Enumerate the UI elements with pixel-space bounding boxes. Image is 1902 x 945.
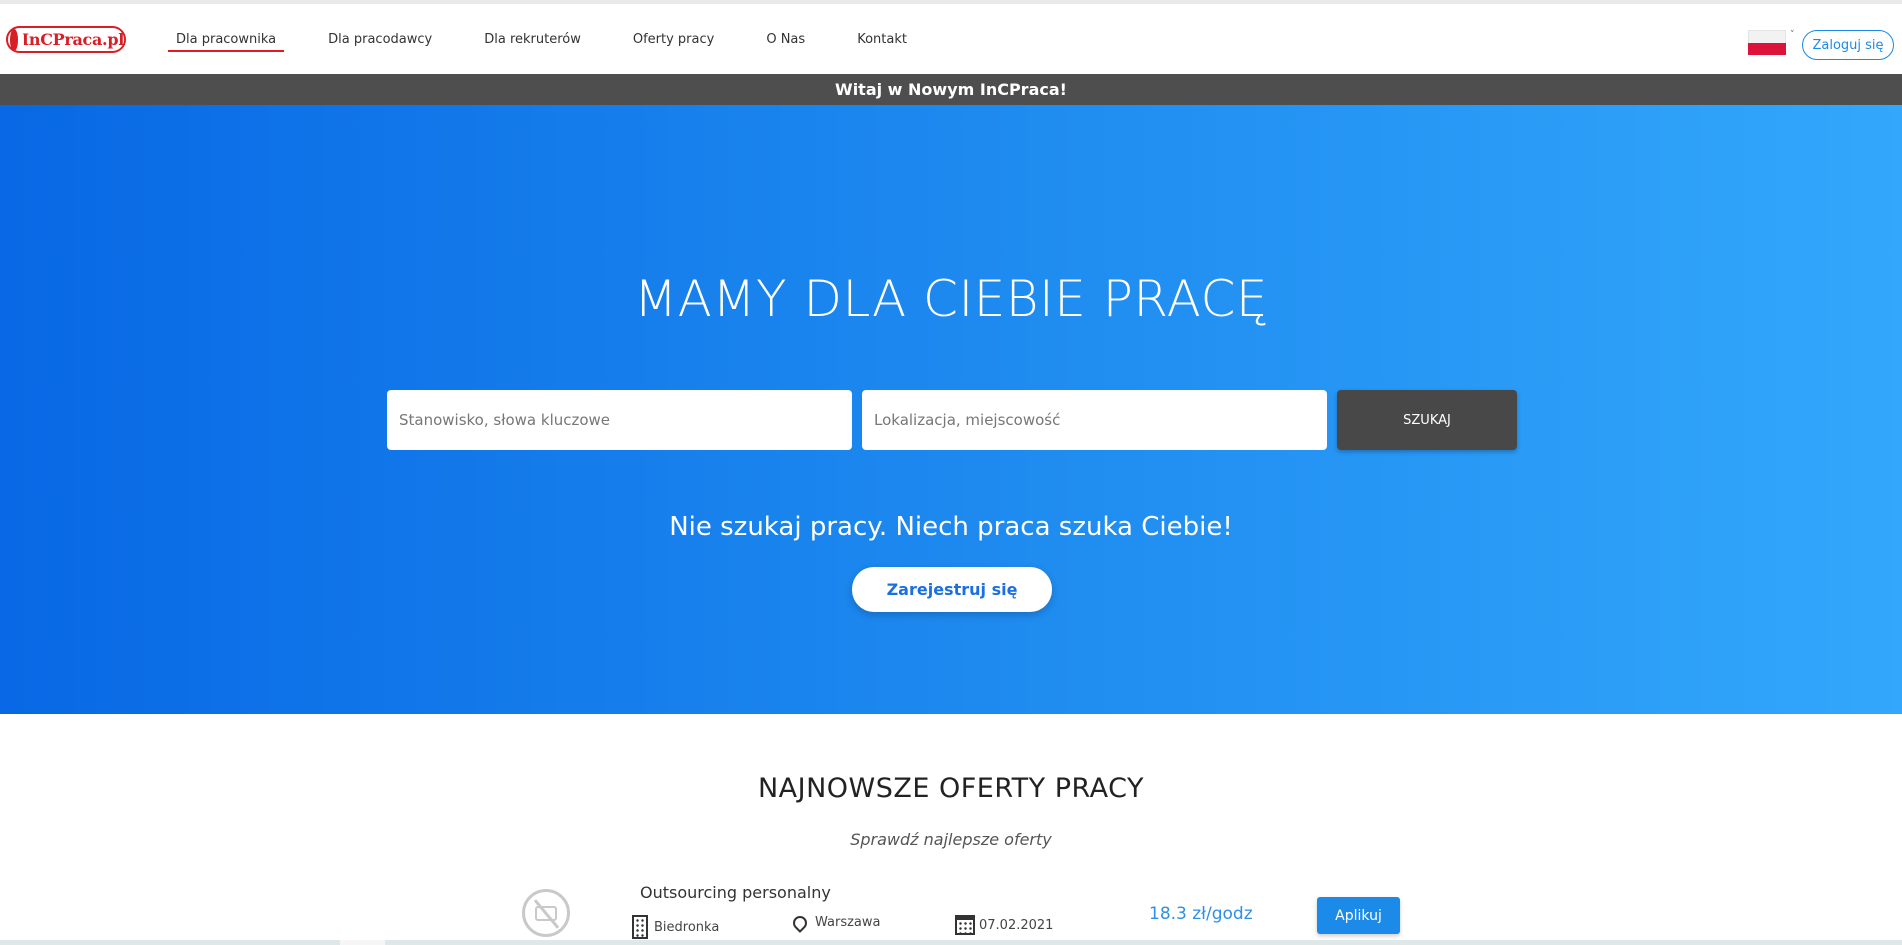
nav-item-kontakt[interactable]: Kontakt xyxy=(849,4,915,74)
nav-item-dla-pracodawcy[interactable]: Dla pracodawcy xyxy=(320,4,440,74)
register-button[interactable]: Zarejestruj się xyxy=(852,567,1052,612)
offer-city: Warszawa xyxy=(815,915,881,930)
offer-date-value: 07.02.2021 xyxy=(979,917,1054,933)
keyword-search-input[interactable] xyxy=(387,390,852,450)
nav-item-dla-rekruterow[interactable]: Dla rekruterów xyxy=(476,4,589,74)
poland-flag-icon[interactable] xyxy=(1748,30,1786,56)
offers-section-title: NAJNOWSZE OFERTY PRACY xyxy=(757,773,1145,804)
login-button[interactable]: Zaloguj się xyxy=(1802,30,1894,60)
main-nav: Dla pracownika Dla pracodawcy Dla rekrut… xyxy=(168,4,951,74)
hero-section: MAMY DLA CIEBIE PRACĘ SZUKAJ Nie szukaj … xyxy=(0,105,1902,714)
location-pin-icon xyxy=(790,912,810,933)
offer-location: Warszawa xyxy=(790,912,881,933)
navbar: InCPraca.pl Dla pracownika Dla pracodawc… xyxy=(0,4,1902,75)
no-image-icon xyxy=(522,889,570,937)
search-button[interactable]: SZUKAJ xyxy=(1337,390,1517,450)
logo-icon xyxy=(10,28,24,51)
logo-text: InCPraca.pl xyxy=(21,30,125,49)
horizontal-scrollbar[interactable] xyxy=(0,940,1902,945)
calendar-icon xyxy=(955,915,975,935)
chevron-down-icon[interactable]: ˅ xyxy=(1790,30,1795,40)
offer-date: 07.02.2021 xyxy=(955,915,1053,935)
building-icon xyxy=(632,915,648,939)
welcome-banner: Witaj w Nowym InCPraca! xyxy=(0,74,1902,105)
offer-company: Biedronka xyxy=(632,915,719,939)
scrollbar-thumb[interactable] xyxy=(340,940,385,945)
offer-salary: 18.3 zł/godz xyxy=(1149,904,1253,924)
nav-item-o-nas[interactable]: O Nas xyxy=(758,4,813,74)
nav-item-dla-pracownika[interactable]: Dla pracownika xyxy=(168,4,285,74)
hero-title: MAMY DLA CIEBIE PRACĘ xyxy=(634,270,1268,328)
offer-title[interactable]: Outsourcing personalny xyxy=(640,883,831,902)
nav-item-oferty-pracy[interactable]: Oferty pracy xyxy=(625,4,722,74)
site-logo[interactable]: InCPraca.pl xyxy=(6,26,126,53)
hero-tagline: Nie szukaj pracy. Niech praca szuka Cieb… xyxy=(669,512,1233,542)
offer-company-name: Biedronka xyxy=(654,919,720,935)
location-search-input[interactable] xyxy=(862,390,1327,450)
offers-section-subtitle: Sprawdź najlepsze oferty xyxy=(850,830,1052,849)
apply-button[interactable]: Aplikuj xyxy=(1317,897,1400,934)
